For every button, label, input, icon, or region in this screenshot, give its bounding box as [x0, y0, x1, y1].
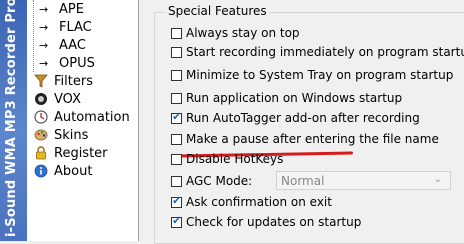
agc-mode-value: Normal: [281, 173, 325, 188]
arrow-right-icon: →: [39, 20, 49, 34]
arrow-right-icon: →: [39, 2, 49, 16]
checkbox-label: Check for updates on startup: [186, 215, 362, 229]
settings-tree[interactable]: → APE → FLAC → AAC → OPUS Filters VOX Au…: [27, 0, 139, 241]
clock-icon: [32, 109, 50, 125]
checkbox-box[interactable]: [171, 153, 182, 165]
disable-hotkeys-checkbox[interactable]: Disable HotKeys: [171, 150, 283, 168]
checkbox-box[interactable]: [171, 46, 182, 58]
checkbox-label: Make a pause after entering the file nam…: [186, 132, 439, 146]
app-banner: i-Sound WMA MP3 Recorder Pro: [0, 0, 27, 241]
checkbox-box[interactable]: [171, 69, 182, 81]
microphone-icon: [32, 91, 50, 107]
tree-item-label: FLAC: [59, 19, 92, 35]
confirm-exit-checkbox[interactable]: ✔ Ask confirmation on exit: [171, 193, 332, 211]
tree-item-ape[interactable]: → APE: [39, 0, 84, 18]
tree-item-label: APE: [59, 1, 84, 17]
tree-connector-line: [33, 0, 34, 72]
tree-item-flac[interactable]: → FLAC: [39, 18, 92, 36]
checkbox-box[interactable]: [171, 175, 182, 187]
tree-item-label: VOX: [54, 91, 81, 107]
lock-icon: [32, 145, 50, 161]
agc-mode-checkbox[interactable]: AGC Mode:: [171, 172, 252, 190]
checkbox-box[interactable]: [171, 92, 182, 104]
checkbox-box[interactable]: ✔: [171, 216, 182, 228]
checkbox-label: AGC Mode:: [186, 174, 253, 188]
tree-item-opus[interactable]: → OPUS: [39, 54, 95, 72]
tree-item-aac[interactable]: → AAC: [39, 36, 86, 54]
checkbox-label: Disable HotKeys: [186, 152, 284, 166]
arrow-right-icon: →: [39, 56, 49, 70]
start-recording-checkbox[interactable]: Start recording immediately on program s…: [171, 43, 464, 61]
checkbox-label: Start recording immediately on program s…: [186, 45, 464, 59]
checkbox-label: Minimize to System Tray on program start…: [186, 68, 454, 82]
tree-item-label: AAC: [59, 37, 86, 53]
always-on-top-checkbox[interactable]: Always stay on top: [171, 24, 300, 42]
checkbox-box[interactable]: ✔: [171, 112, 182, 124]
special-features-title: Special Features: [165, 4, 270, 18]
tree-item-skins[interactable]: Skins: [32, 126, 88, 144]
chevron-down-icon: ⌄: [433, 174, 442, 185]
agc-mode-select[interactable]: Normal ⌄: [276, 171, 451, 190]
tree-item-label: Filters: [54, 73, 93, 89]
run-on-startup-checkbox[interactable]: Run application on Windows startup: [171, 89, 402, 107]
filter-icon: [32, 73, 50, 89]
tree-item-label: About: [54, 163, 93, 179]
minimize-to-tray-checkbox[interactable]: Minimize to System Tray on program start…: [171, 66, 453, 84]
checkmark-icon: ✔: [172, 112, 181, 123]
tree-item-label: Automation: [54, 109, 130, 125]
tree-item-label: Register: [54, 145, 108, 161]
checkbox-box[interactable]: [171, 133, 182, 145]
checkbox-label: Always stay on top: [186, 26, 300, 40]
tree-item-about[interactable]: About: [32, 162, 92, 180]
tree-item-register[interactable]: Register: [32, 144, 108, 162]
checkbox-label: Ask confirmation on exit: [186, 195, 332, 209]
check-updates-checkbox[interactable]: ✔ Check for updates on startup: [171, 213, 361, 231]
tree-item-vox[interactable]: VOX: [32, 90, 81, 108]
tree-item-label: Skins: [54, 127, 89, 143]
checkmark-icon: ✔: [172, 196, 181, 207]
arrow-right-icon: →: [39, 38, 49, 52]
info-icon: [32, 163, 50, 179]
tree-item-automation[interactable]: Automation: [32, 108, 130, 126]
tree-item-filters[interactable]: Filters: [32, 72, 93, 90]
checkbox-label: Run application on Windows startup: [186, 91, 403, 105]
pause-after-filename-checkbox[interactable]: Make a pause after entering the file nam…: [171, 130, 439, 148]
run-autotagger-checkbox[interactable]: ✔ Run AutoTagger add-on after recording: [171, 109, 420, 127]
checkmark-icon: ✔: [172, 216, 181, 227]
app-banner-title: i-Sound WMA MP3 Recorder Pro: [4, 0, 19, 237]
checkbox-box[interactable]: ✔: [171, 196, 182, 208]
checkbox-label: Run AutoTagger add-on after recording: [186, 111, 420, 125]
checkbox-box[interactable]: [171, 27, 182, 39]
tree-item-label: OPUS: [59, 55, 95, 71]
palette-icon: [32, 127, 50, 143]
